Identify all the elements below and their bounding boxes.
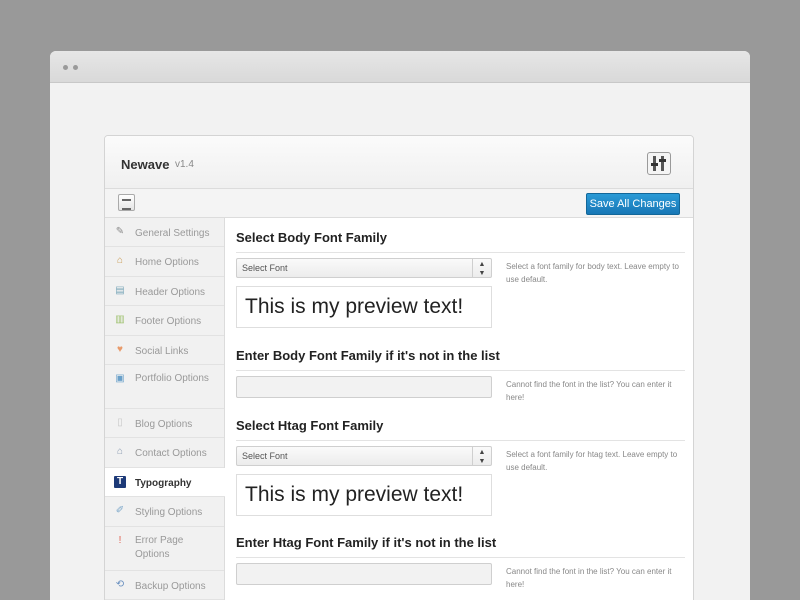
sidebar-item-label: Header Options bbox=[135, 286, 206, 298]
heart-icon: ♥ bbox=[117, 343, 123, 355]
htag-font-section: Select Htag Font Family Select Font ▲ ▼ T… bbox=[236, 418, 685, 518]
sidebar-item-backup-options[interactable]: ⟲ Backup Options bbox=[105, 571, 224, 600]
options-panel: Newave v1.4 Save All Changes ✎ General Se… bbox=[104, 135, 694, 600]
htag-font-input-section: Enter Htag Font Family if it's not in th… bbox=[236, 535, 685, 595]
select-arrows-icon: ▲ ▼ bbox=[472, 259, 491, 277]
wrench-icon: ✎ bbox=[115, 226, 125, 237]
htag-font-input[interactable] bbox=[236, 563, 492, 585]
sidebar-item-home-options[interactable]: ⌂ Home Options bbox=[105, 247, 224, 277]
app-version: v1.4 bbox=[175, 159, 194, 170]
select-value: Select Font bbox=[242, 263, 288, 273]
section-title: Enter Body Font Family if it's not in th… bbox=[236, 348, 685, 371]
sidebar-item-label: Social Links bbox=[135, 345, 189, 357]
home-icon: ⌂ bbox=[116, 255, 124, 267]
select-arrows-icon: ▲ ▼ bbox=[472, 447, 491, 465]
body-font-input-section: Enter Body Font Family if it's not in th… bbox=[236, 348, 685, 408]
section-title: Select Htag Font Family bbox=[236, 418, 685, 441]
typography-icon: T bbox=[114, 475, 126, 488]
sidebar-item-blog-options[interactable]: ▯ Blog Options bbox=[105, 409, 224, 439]
sidebar-item-label: Blog Options bbox=[135, 418, 193, 430]
window-titlebar bbox=[50, 51, 750, 83]
sidebar-item-header-options[interactable]: ▤ Header Options bbox=[105, 277, 224, 307]
save-all-changes-button[interactable]: Save All Changes bbox=[586, 193, 680, 215]
sidebar-item-label: Footer Options bbox=[135, 316, 202, 328]
header-icon: ▤ bbox=[115, 284, 125, 296]
sidebar-item-label: General Settings bbox=[135, 228, 210, 239]
field-description: Cannot find the font in the list? You ca… bbox=[506, 567, 672, 589]
footer-icon: ▥ bbox=[115, 314, 125, 326]
sidebar-item-error-page-options[interactable]: ! Error Page Options bbox=[105, 527, 224, 571]
sidebar-item-portfolio-options[interactable]: ▣ Portfolio Options bbox=[105, 365, 224, 409]
body-font-input[interactable] bbox=[236, 376, 492, 398]
typography-settings: Select Body Font Family Select Font ▲ ▼ T… bbox=[226, 218, 693, 600]
brush-icon: ✐ bbox=[115, 505, 125, 517]
field-description: Select a font family for htag text. Leav… bbox=[506, 450, 678, 472]
window-dot bbox=[73, 65, 78, 70]
panel-header: Newave v1.4 bbox=[105, 136, 693, 189]
htag-font-preview: This is my preview text! bbox=[236, 474, 492, 516]
page-icon: ▯ bbox=[117, 416, 123, 428]
sidebar-item-label: Home Options bbox=[135, 257, 199, 269]
collapse-menu-icon[interactable] bbox=[118, 194, 135, 211]
window-dot bbox=[63, 65, 68, 70]
settings-sliders-icon[interactable] bbox=[647, 152, 671, 175]
sidebar-item-label: Styling Options bbox=[135, 507, 203, 519]
sidebar-item-label: Contact Options bbox=[135, 448, 207, 460]
sidebar-item-label: Error Page Options bbox=[135, 534, 184, 560]
field-description: Cannot find the font in the list? You ca… bbox=[506, 380, 672, 402]
error-icon: ! bbox=[118, 534, 122, 546]
panel-toolbar: Save All Changes bbox=[105, 189, 693, 218]
section-title: Enter Htag Font Family if it's not in th… bbox=[236, 535, 685, 558]
sidebar-item-label: Typography bbox=[135, 477, 192, 489]
sidebar-item-footer-options[interactable]: ▥ Footer Options bbox=[105, 306, 224, 336]
image-icon: ▣ bbox=[115, 372, 125, 384]
htag-font-select[interactable]: Select Font ▲ ▼ bbox=[236, 446, 492, 466]
sidebar-item-contact-options[interactable]: ⌂ Contact Options bbox=[105, 438, 224, 468]
field-description: Select a font family for body text. Leav… bbox=[506, 262, 679, 284]
sidebar: ✎ General Settings ⌂ Home Options ▤ Header Op… bbox=[105, 218, 225, 600]
body-font-section: Select Body Font Family Select Font ▲ ▼ T… bbox=[236, 230, 685, 330]
body-font-select[interactable]: Select Font ▲ ▼ bbox=[236, 258, 492, 278]
sidebar-item-social-links[interactable]: ♥ Social Links bbox=[105, 336, 224, 365]
sidebar-item-label: Portfolio Options bbox=[135, 372, 209, 384]
house-icon: ⌂ bbox=[116, 446, 124, 458]
backup-icon: ⟲ bbox=[115, 578, 125, 590]
sidebar-item-typography[interactable]: T Typography bbox=[105, 467, 225, 498]
select-value: Select Font bbox=[242, 451, 288, 461]
section-title: Select Body Font Family bbox=[236, 230, 685, 253]
sidebar-item-styling-options[interactable]: ✐ Styling Options bbox=[105, 497, 224, 527]
app-name: Newave bbox=[121, 157, 170, 172]
sidebar-item-label: Backup Options bbox=[135, 580, 206, 592]
sidebar-item-general-settings[interactable]: ✎ General Settings bbox=[105, 218, 224, 248]
body-font-preview: This is my preview text! bbox=[236, 286, 492, 328]
